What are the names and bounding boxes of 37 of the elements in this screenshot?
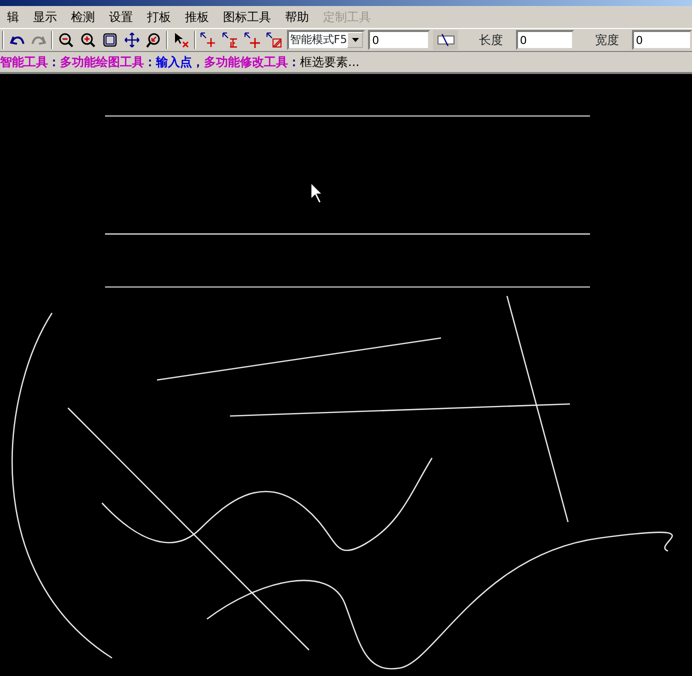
mode-dropdown[interactable]: 智能模式F5 <box>286 30 366 50</box>
menu-item[interactable]: 显示 <box>26 8 64 26</box>
hint-text: 智能工具：多功能绘图工具：输入点，多功能修改工具：框选要素... <box>0 54 360 71</box>
menu-item[interactable]: 辑 <box>0 8 26 26</box>
menu-item[interactable]: 打板 <box>140 8 178 26</box>
caret-icon <box>352 38 359 42</box>
length-label: 长度 <box>478 32 504 49</box>
point-move-button[interactable] <box>198 30 218 50</box>
input-field[interactable]: 0 <box>516 30 574 50</box>
point-erase-button[interactable] <box>264 30 284 50</box>
zoom-out-icon <box>58 32 74 48</box>
point-move-icon <box>200 32 216 48</box>
point-cross-button[interactable] <box>242 30 262 50</box>
menu-item[interactable]: 推板 <box>178 8 216 26</box>
line-direction-icon <box>436 34 455 46</box>
zoom-icon <box>146 32 162 48</box>
pointer-delete-icon <box>172 32 189 48</box>
point-erase-icon <box>266 32 282 48</box>
fit-window-icon <box>102 32 118 48</box>
width-label: 宽度 <box>594 32 620 49</box>
line-direction-button[interactable] <box>433 30 458 50</box>
point-cross-icon <box>244 32 260 48</box>
menu-item[interactable]: 设置 <box>102 8 140 26</box>
zoom-in-icon <box>80 32 96 48</box>
point-square-icon <box>222 32 238 48</box>
input-field[interactable]: 0 <box>368 30 430 50</box>
menu-item[interactable]: 检测 <box>64 8 102 26</box>
undo-icon <box>8 35 25 45</box>
menu-item[interactable]: 帮助 <box>278 8 316 26</box>
dropdown-button[interactable] <box>347 32 364 48</box>
input-field[interactable]: 0 <box>632 30 692 50</box>
cursor-icon <box>310 182 323 204</box>
pan-button[interactable] <box>122 30 142 50</box>
menu-item[interactable]: 图标工具 <box>216 8 278 26</box>
pan-icon <box>124 32 140 48</box>
point-square-button[interactable] <box>220 30 240 50</box>
redo-icon <box>30 35 47 45</box>
